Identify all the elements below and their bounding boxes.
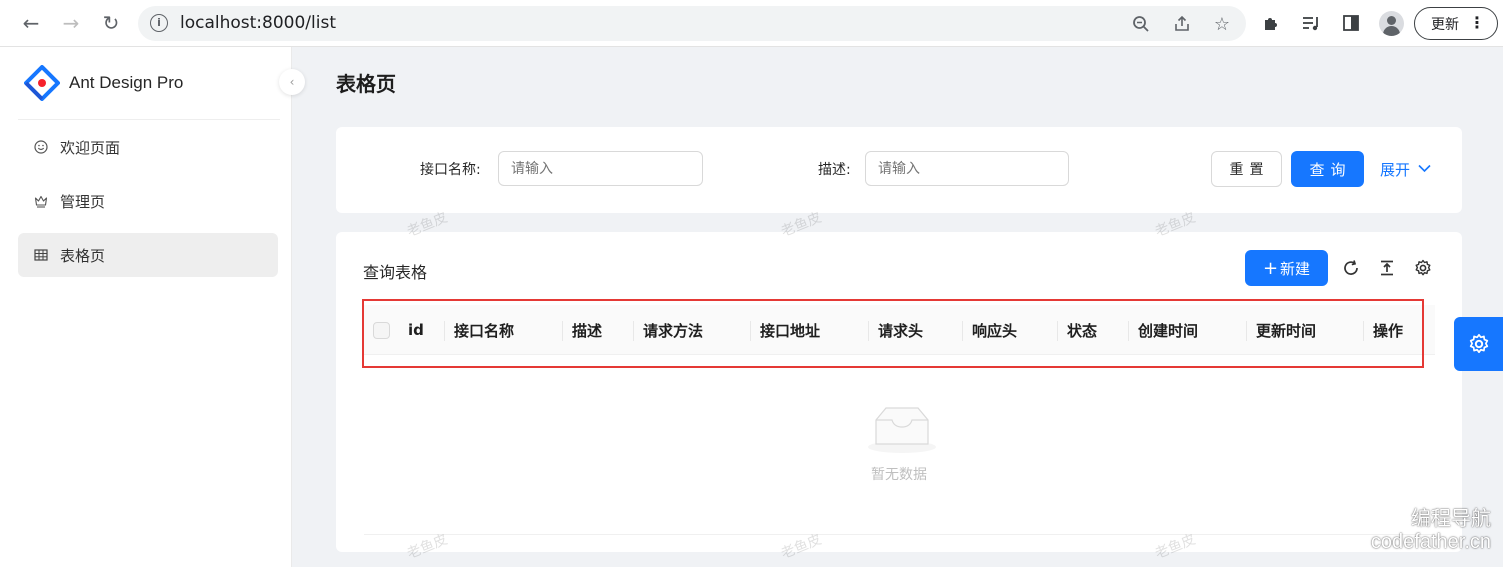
name-input[interactable] [498,151,703,186]
table-header: id 接口名称 描述 请求方法 接口地址 请求头 响应头 状态 创建时间 更新时… [364,305,1435,355]
address-bar[interactable]: i localhost:8000/list ☆ [138,6,1246,41]
browser-toolbar: ← → ↻ i localhost:8000/list ☆ 更新 ⋮ [0,0,1503,47]
field-label-description: 描述: [818,162,851,178]
reload-table-icon[interactable] [1339,256,1363,280]
column-height-icon[interactable] [1375,256,1399,280]
chevron-down-icon [1418,162,1431,177]
search-form: 接口名称: 描述: 重置 查询 展开 [336,127,1462,213]
sidebar-item-label: 欢迎页面 [60,138,121,157]
sidebar-item-label: 表格页 [60,246,106,265]
query-button[interactable]: 查询 [1291,151,1364,187]
smile-icon [34,140,48,154]
sidebar-item-label: 管理页 [60,192,106,211]
settings-drawer-button[interactable] [1454,317,1503,371]
avatar-icon[interactable] [1379,11,1404,36]
sidebar-item-welcome[interactable]: 欢迎页面 [18,125,278,169]
table-divider [364,534,1435,535]
column-header[interactable]: 更新时间 [1256,305,1316,355]
url-text[interactable]: localhost:8000/list [180,13,336,33]
column-header[interactable]: 响应头 [972,305,1017,355]
zoom-icon[interactable] [1130,13,1152,35]
forward-button[interactable]: → [56,8,86,38]
new-button[interactable]: + 新建 [1245,250,1328,286]
select-all-checkbox[interactable] [373,322,390,339]
column-header[interactable]: 操作 [1373,305,1403,355]
info-icon[interactable]: i [150,14,168,32]
new-label: 新建 [1280,259,1311,278]
empty-text: 暂无数据 [871,467,927,483]
description-input[interactable] [865,151,1069,186]
side-panel-icon[interactable] [1339,11,1363,35]
sidebar: Ant Design Pro ‹ 欢迎页面 管理页 表格页 [0,47,305,567]
expand-toggle[interactable]: 展开 [1380,159,1431,180]
site-watermark-line2: codefather.cn [1370,531,1491,553]
reset-button[interactable]: 重置 [1211,151,1282,187]
plus-icon: + [1262,257,1279,279]
sidebar-divider [18,119,280,120]
sidebar-item-table[interactable]: 表格页 [18,233,278,277]
column-header[interactable]: 描述 [572,305,602,355]
column-header[interactable]: id [408,305,424,355]
star-icon[interactable]: ☆ [1211,13,1233,35]
update-label: 更新 [1431,16,1459,33]
empty-inbox-icon [868,407,936,453]
table-title: 查询表格 [363,263,428,282]
update-button[interactable]: 更新 ⋮ [1414,7,1498,40]
sidebar-item-admin[interactable]: 管理页 [18,179,278,223]
more-vert-icon: ⋮ [1469,13,1485,32]
column-header[interactable]: 状态 [1067,305,1097,355]
back-button[interactable]: ← [16,8,46,38]
column-header[interactable]: 接口地址 [760,305,820,355]
brand-name: Ant Design Pro [69,73,184,92]
puzzle-icon[interactable] [1259,11,1283,35]
collapse-sider-button[interactable]: ‹ [279,69,305,95]
table-card: 查询表格 + 新建 id 接口名称 描述 请求方法 接口地址 请求头 响应头 状… [336,232,1462,552]
table-icon [34,248,48,262]
settings-gear-icon[interactable] [1411,256,1435,280]
reload-icon: ↻ [102,11,120,35]
arrow-right-icon: → [62,11,80,35]
field-label-name: 接口名称: [420,162,481,178]
gear-icon [1469,333,1488,354]
crown-icon [34,194,48,208]
ant-design-logo-icon [24,65,60,101]
arrow-left-icon: ← [22,11,40,35]
chevron-left-icon: ‹ [289,75,295,89]
expand-label: 展开 [1380,161,1411,179]
column-header[interactable]: 请求方法 [643,305,703,355]
column-header[interactable]: 接口名称 [454,305,514,355]
column-header[interactable]: 请求头 [878,305,923,355]
share-icon[interactable] [1171,13,1193,35]
page-title: 表格页 [336,72,396,96]
site-watermark-line1: 编程导航 [1411,508,1491,530]
column-header[interactable]: 创建时间 [1138,305,1198,355]
reload-button[interactable]: ↻ [96,8,126,38]
media-icon[interactable] [1299,11,1323,35]
